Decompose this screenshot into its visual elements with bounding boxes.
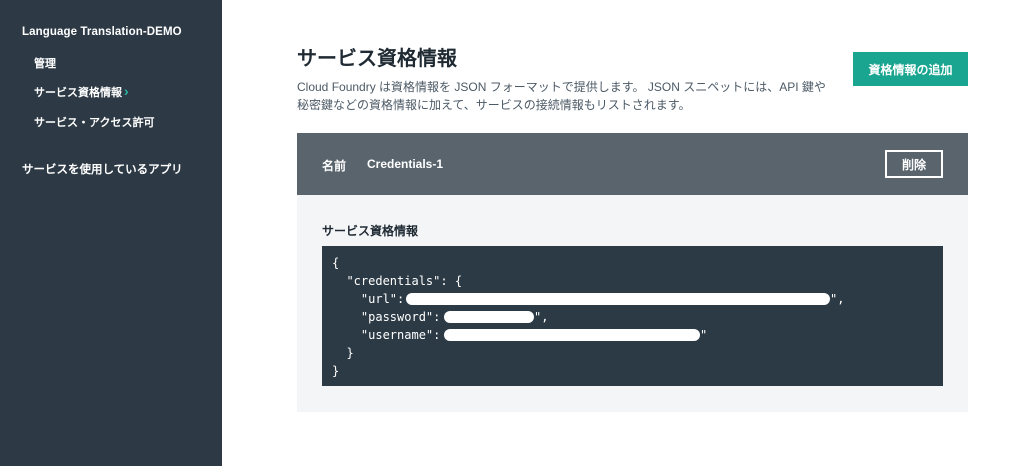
add-credentials-button[interactable]: 資格情報の追加 (853, 52, 968, 86)
json-line: } (332, 346, 354, 360)
redacted-password (444, 311, 534, 323)
json-username-suffix: " (700, 328, 708, 342)
redacted-username (444, 329, 700, 341)
json-url-suffix: ", (830, 292, 845, 306)
page-description: Cloud Foundry は資格情報を JSON フォーマットで提供します。 … (297, 80, 826, 112)
json-line-password: "password": " (332, 310, 455, 324)
credentials-section-label: サービス資格情報 (322, 224, 419, 238)
credential-card-header: 名前 Credentials-1 削除 (297, 133, 968, 195)
credential-name-label: 名前 (322, 159, 347, 173)
json-password-suffix: ", (534, 310, 549, 324)
redacted-url (406, 293, 830, 305)
credentials-json-block[interactable]: { "credentials": { "url": " ", "password… (322, 246, 943, 386)
json-line-username: "username": " (332, 328, 455, 342)
delete-button[interactable]: 削除 (885, 150, 943, 178)
page-title: サービス資格情報 (297, 48, 457, 70)
sidebar-item-connected-apps[interactable]: サービスを使用しているアプリ (22, 161, 183, 177)
sidebar-item-service-access[interactable]: サービス・アクセス許可 (34, 114, 154, 130)
json-line: "credentials": { (332, 274, 463, 288)
json-line: } (332, 364, 340, 378)
sidebar: Language Translation-DEMO 管理 サービス資格情報 › … (0, 0, 222, 466)
credential-name-value: Credentials-1 (367, 157, 444, 171)
sidebar-item-manage[interactable]: 管理 (34, 55, 56, 71)
credential-card: 名前 Credentials-1 削除 サービス資格情報 { "credenti… (297, 133, 968, 412)
service-title: Language Translation-DEMO (22, 26, 182, 38)
sidebar-item-service-credentials[interactable]: サービス資格情報 (34, 84, 122, 100)
json-line: { (332, 256, 340, 270)
chevron-right-icon: › (124, 83, 129, 99)
